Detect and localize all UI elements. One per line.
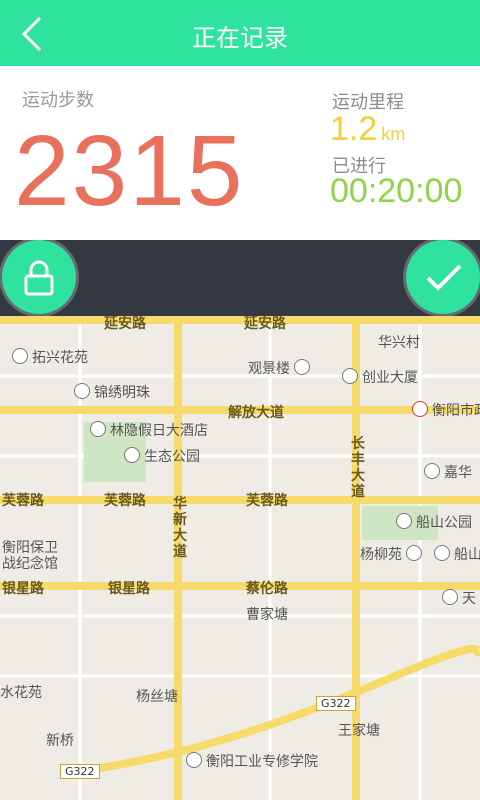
map-place: 衡阳保卫战纪念馆 (2, 540, 58, 572)
distance-value: 1.2 (330, 110, 378, 148)
steps-value: 2315 (14, 115, 245, 227)
stats-panel: 运动步数 2315 运动里程 1.2 km 已进行 00:20:00 (0, 66, 480, 240)
map-view[interactable]: 延安路 延安路 解放大道 芙蓉路 芙蓉路 芙蓉路 银星路 银星路 蔡伦路 华新大… (0, 316, 480, 800)
header-bar: 正在记录 (0, 0, 480, 66)
road-label: 解放大道 (228, 405, 284, 421)
road-label: 芙蓉路 (2, 493, 44, 509)
hotel-icon (90, 421, 106, 437)
map-place: 生态公园 (124, 446, 200, 466)
elapsed-value: 00:20:00 (330, 172, 463, 210)
lock-icon (24, 260, 54, 296)
confirm-button[interactable] (406, 240, 480, 314)
map-place: 拓兴花苑 (12, 347, 88, 367)
poi-icon (406, 545, 422, 561)
poi-icon (434, 545, 450, 561)
map-place: 创业大厦 (342, 367, 418, 387)
poi-icon (442, 589, 458, 605)
highway-shield: G322 (60, 764, 100, 779)
highway-shield: G322 (316, 696, 356, 711)
road-label: 银星路 (108, 581, 150, 597)
road-label-vertical: 长丰大道 (351, 436, 365, 500)
map-place: 船山公园 (396, 512, 472, 532)
road-label: 银星路 (2, 581, 44, 597)
poi-icon (186, 752, 202, 768)
map-place: 曹家塘 (246, 607, 288, 623)
road-label: 延安路 (104, 316, 146, 332)
park-icon (124, 447, 140, 463)
poi-icon (74, 383, 90, 399)
road-label: 芙蓉路 (104, 493, 146, 509)
map-place: 船山 (434, 544, 480, 564)
map-place: 林隐假日大酒店 (90, 420, 208, 440)
poi-icon (412, 401, 428, 417)
map-place: 嘉华 (424, 462, 472, 482)
poi-icon (424, 463, 440, 479)
distance-unit: km (381, 124, 406, 144)
lock-button[interactable] (2, 240, 76, 314)
road-label: 芙蓉路 (246, 493, 288, 509)
map-place: 杨丝塘 (136, 689, 178, 705)
map-place: 水花苑 (0, 685, 42, 701)
map-place: 新桥 (46, 733, 74, 749)
map-place: 华兴村 (378, 335, 420, 351)
map-place: 衡阳工业专修学院 (186, 752, 318, 770)
map-place: 观景楼 (248, 358, 314, 378)
page-title: 正在记录 (192, 24, 288, 52)
poi-icon (12, 348, 28, 364)
map-place: 王家塘 (338, 723, 380, 739)
map-place: 杨柳苑 (360, 544, 426, 564)
poi-icon (342, 368, 358, 384)
map-place: 天 (442, 588, 476, 608)
steps-label: 运动步数 (22, 90, 94, 111)
poi-icon (294, 359, 310, 375)
road-label: 蔡伦路 (246, 581, 288, 597)
road-label-vertical: 华新大道 (173, 496, 187, 560)
park-icon (396, 513, 412, 529)
check-icon (426, 264, 462, 291)
map-place: 锦绣明珠 (74, 382, 150, 402)
road-label: 延安路 (244, 316, 286, 332)
distance-value-row: 1.2 km (330, 110, 405, 149)
map-place: 衡阳市政 (412, 400, 480, 420)
